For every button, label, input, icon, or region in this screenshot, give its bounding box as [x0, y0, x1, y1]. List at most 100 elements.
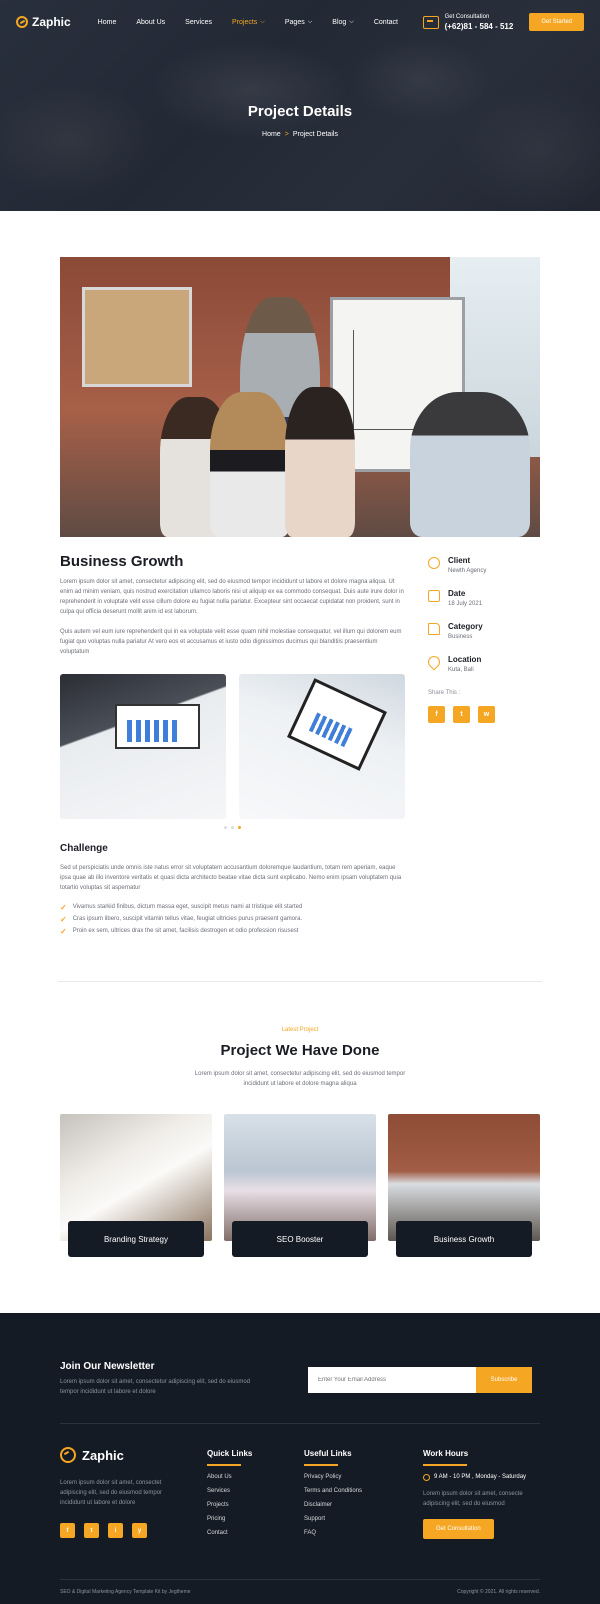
footer-brand-name: Zaphic — [82, 1447, 124, 1463]
nav-label: Home — [97, 18, 117, 26]
whatsapp-icon[interactable]: w — [478, 706, 495, 723]
footer-link[interactable]: Disclaimer — [304, 1502, 362, 1516]
consultation-label: Get Consultation — [444, 13, 490, 20]
footer-useful-links: Useful Links Privacy Policy Terms and Co… — [304, 1449, 362, 1544]
footer-quick-links: Quick Links About Us Services Projects P… — [207, 1449, 252, 1544]
instagram-icon[interactable]: i — [108, 1523, 123, 1538]
footer-link[interactable]: Projects — [207, 1502, 252, 1516]
user-icon — [428, 557, 440, 569]
nav-label: Services — [185, 18, 212, 26]
gallery-image[interactable] — [60, 674, 226, 819]
get-consultation-button[interactable]: Get Consultation — [423, 1518, 494, 1539]
document-icon — [428, 623, 440, 635]
footer-col-title: Useful Links — [304, 1449, 352, 1458]
project-main-image — [60, 257, 540, 537]
meta-label: Client — [448, 556, 471, 565]
footer-divider — [60, 1423, 540, 1424]
pagination-dot-active[interactable] — [238, 826, 241, 829]
list-item-text: Cras ipsum libero, suscipit vitamin tell… — [72, 916, 303, 922]
breadcrumb-home[interactable]: Home — [262, 131, 281, 138]
share-buttons: f t w — [428, 706, 538, 723]
nav-item-services[interactable]: Services — [185, 19, 212, 26]
footer-link[interactable]: About Us — [207, 1474, 252, 1488]
list-item-text: Proin ex sem, ultrices drax the sit amet… — [72, 928, 299, 934]
image-attendee — [210, 392, 290, 537]
clock-icon — [423, 1473, 430, 1481]
meta-label: Date — [448, 589, 466, 598]
meta-label: Category — [448, 622, 483, 631]
facebook-icon[interactable]: f — [428, 706, 445, 723]
pagination-dot[interactable] — [231, 826, 234, 829]
pagination-dot[interactable] — [224, 826, 227, 829]
project-title: Business Growth — [60, 553, 184, 570]
brand-name: Zaphic — [32, 15, 71, 29]
gallery-image[interactable] — [239, 674, 405, 819]
meta-value: 18 July 2021 — [448, 601, 483, 607]
copyright-text: Copyright © 2021. All rights reserved. — [457, 1589, 540, 1595]
challenge-title: Challenge — [60, 843, 108, 854]
phone-number: (+62)81 - 584 - 512 — [444, 21, 514, 31]
nav-item-pages[interactable]: Pages ⌵ — [285, 19, 312, 26]
project-card-business[interactable]: Business Growth — [388, 1114, 540, 1257]
check-icon: ✓ — [60, 902, 67, 912]
project-card-label: Branding Strategy — [68, 1221, 204, 1257]
image-tablet-chart — [287, 678, 387, 771]
twitter-icon[interactable]: t — [453, 706, 470, 723]
footer-link[interactable]: Terms and Conditions — [304, 1488, 362, 1502]
footer-link[interactable]: Pricing — [207, 1516, 252, 1530]
projects-title: Project We Have Done — [220, 1042, 380, 1059]
youtube-icon[interactable]: y — [132, 1523, 147, 1538]
check-icon: ✓ — [60, 926, 67, 936]
consultation-contact[interactable]: Get Consultation (+62)81 - 584 - 512 — [422, 13, 514, 31]
project-meta-sidebar: Client Newth Agency Date 18 July 2021 Cate… — [425, 556, 538, 723]
challenge-checklist: ✓ Vivamus starkid finibus, dictum massa e… — [60, 901, 302, 937]
nav-label: About Us — [136, 18, 166, 26]
credits-text: SEO & Digital Marketing Agency Template … — [60, 1589, 191, 1595]
nav-item-projects[interactable]: Projects ⌵ — [232, 19, 265, 26]
footer-link[interactable]: FAQ — [304, 1530, 362, 1544]
project-description: Quis autem vel eum iure reprehenderit qu… — [60, 629, 402, 655]
nav-item-contact[interactable]: Contact — [374, 19, 398, 26]
breadcrumb: Home > Project Details — [0, 131, 600, 138]
newsletter-text: Lorem ipsum dolor sit amet, consectetur … — [60, 1379, 251, 1395]
site-footer: Join Our Newsletter Lorem ipsum dolor si… — [0, 1313, 600, 1604]
chevron-down-icon: ⌵ — [260, 18, 265, 25]
project-card-branding[interactable]: Branding Strategy — [60, 1114, 212, 1257]
email-input[interactable] — [308, 1367, 476, 1393]
main-menu: Home About Us Services Projects ⌵ Pages ⌵ … — [98, 19, 398, 26]
nav-label: Contact — [373, 18, 398, 26]
logo-icon — [16, 16, 28, 28]
nav-item-blog[interactable]: Blog ⌵ — [332, 19, 354, 26]
facebook-icon[interactable]: f — [60, 1523, 75, 1538]
page: Zaphic Home About Us Services Projects ⌵ … — [0, 0, 600, 1604]
image-laptop-chart — [115, 704, 200, 749]
footer-logo[interactable]: Zaphic — [60, 1447, 124, 1463]
chevron-down-icon: ⌵ — [349, 18, 354, 25]
meta-date: Date 18 July 2021 — [428, 589, 538, 622]
location-pin-icon — [425, 653, 443, 671]
footer-link[interactable]: Contact — [207, 1530, 252, 1544]
twitter-icon[interactable]: t — [84, 1523, 99, 1538]
meta-value: Kuta, Bali — [448, 667, 474, 673]
footer-link[interactable]: Support — [304, 1516, 362, 1530]
chevron-down-icon: ⌵ — [307, 18, 313, 25]
list-item: ✓ Cras ipsum libero, suscipit vitamin tel… — [60, 913, 302, 925]
hero-banner: Zaphic Home About Us Services Projects ⌵ … — [0, 0, 600, 211]
footer-link[interactable]: Services — [207, 1488, 252, 1502]
project-card-seo[interactable]: SEO Booster — [224, 1114, 376, 1257]
subscribe-button[interactable]: Subscribe — [476, 1367, 532, 1393]
footer-col-title: Quick Links — [207, 1449, 253, 1458]
title-underline — [207, 1464, 241, 1466]
footer-work-hours: Work Hours 9 AM - 10 PM , Monday - Satur… — [423, 1449, 541, 1539]
footer-link[interactable]: Privacy Policy — [304, 1474, 362, 1488]
nav-item-about[interactable]: About Us — [136, 19, 165, 26]
list-item-text: Vivamus starkid finibus, dictum massa eg… — [72, 904, 303, 910]
nav-item-home[interactable]: Home — [98, 19, 117, 26]
get-started-button[interactable]: Get Started — [529, 13, 584, 31]
meta-category: Category Business — [428, 622, 538, 655]
footer-bottom-divider — [60, 1579, 540, 1580]
section-kicker: Latest Project — [281, 1027, 319, 1033]
brand-logo[interactable]: Zaphic — [16, 15, 71, 29]
breadcrumb-separator-icon: > — [284, 131, 289, 138]
logo-icon — [60, 1447, 76, 1463]
